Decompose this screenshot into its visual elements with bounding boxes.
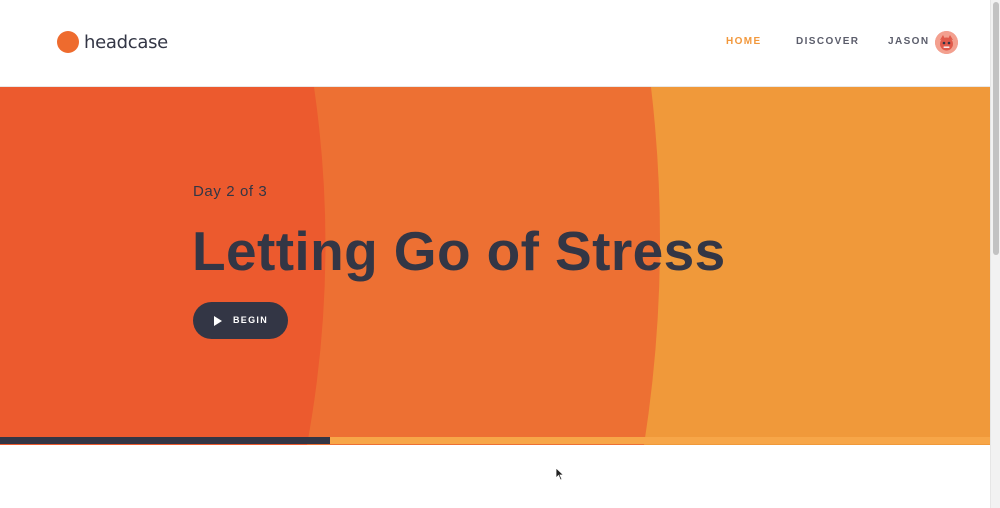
top-nav-bar: headcase HOME DISCOVER JASON (0, 0, 990, 87)
nav-discover[interactable]: DISCOVER (796, 36, 859, 47)
day-progress-label: Day 2 of 3 (193, 183, 268, 200)
user-avatar[interactable] (935, 31, 958, 54)
play-icon (214, 316, 222, 326)
session-title: Letting Go of Stress (192, 220, 726, 282)
scrollbar-thumb[interactable] (993, 2, 999, 255)
mouse-cursor-icon (555, 467, 565, 481)
logo-text: headcase (84, 31, 168, 53)
logo-circle-icon (57, 31, 79, 53)
begin-button[interactable]: BEGIN (193, 302, 288, 339)
page-scrollbar[interactable] (990, 0, 1000, 508)
session-progress-fill (0, 437, 330, 444)
nav-user-name[interactable]: JASON (888, 36, 929, 47)
avatar-icon (935, 31, 958, 54)
begin-button-label: BEGIN (233, 315, 269, 325)
headcase-logo[interactable]: headcase (57, 31, 168, 53)
nav-home[interactable]: HOME (726, 36, 762, 47)
session-progress-bar (0, 437, 990, 444)
hero-banner: Day 2 of 3 Letting Go of Stress BEGIN (0, 87, 990, 445)
